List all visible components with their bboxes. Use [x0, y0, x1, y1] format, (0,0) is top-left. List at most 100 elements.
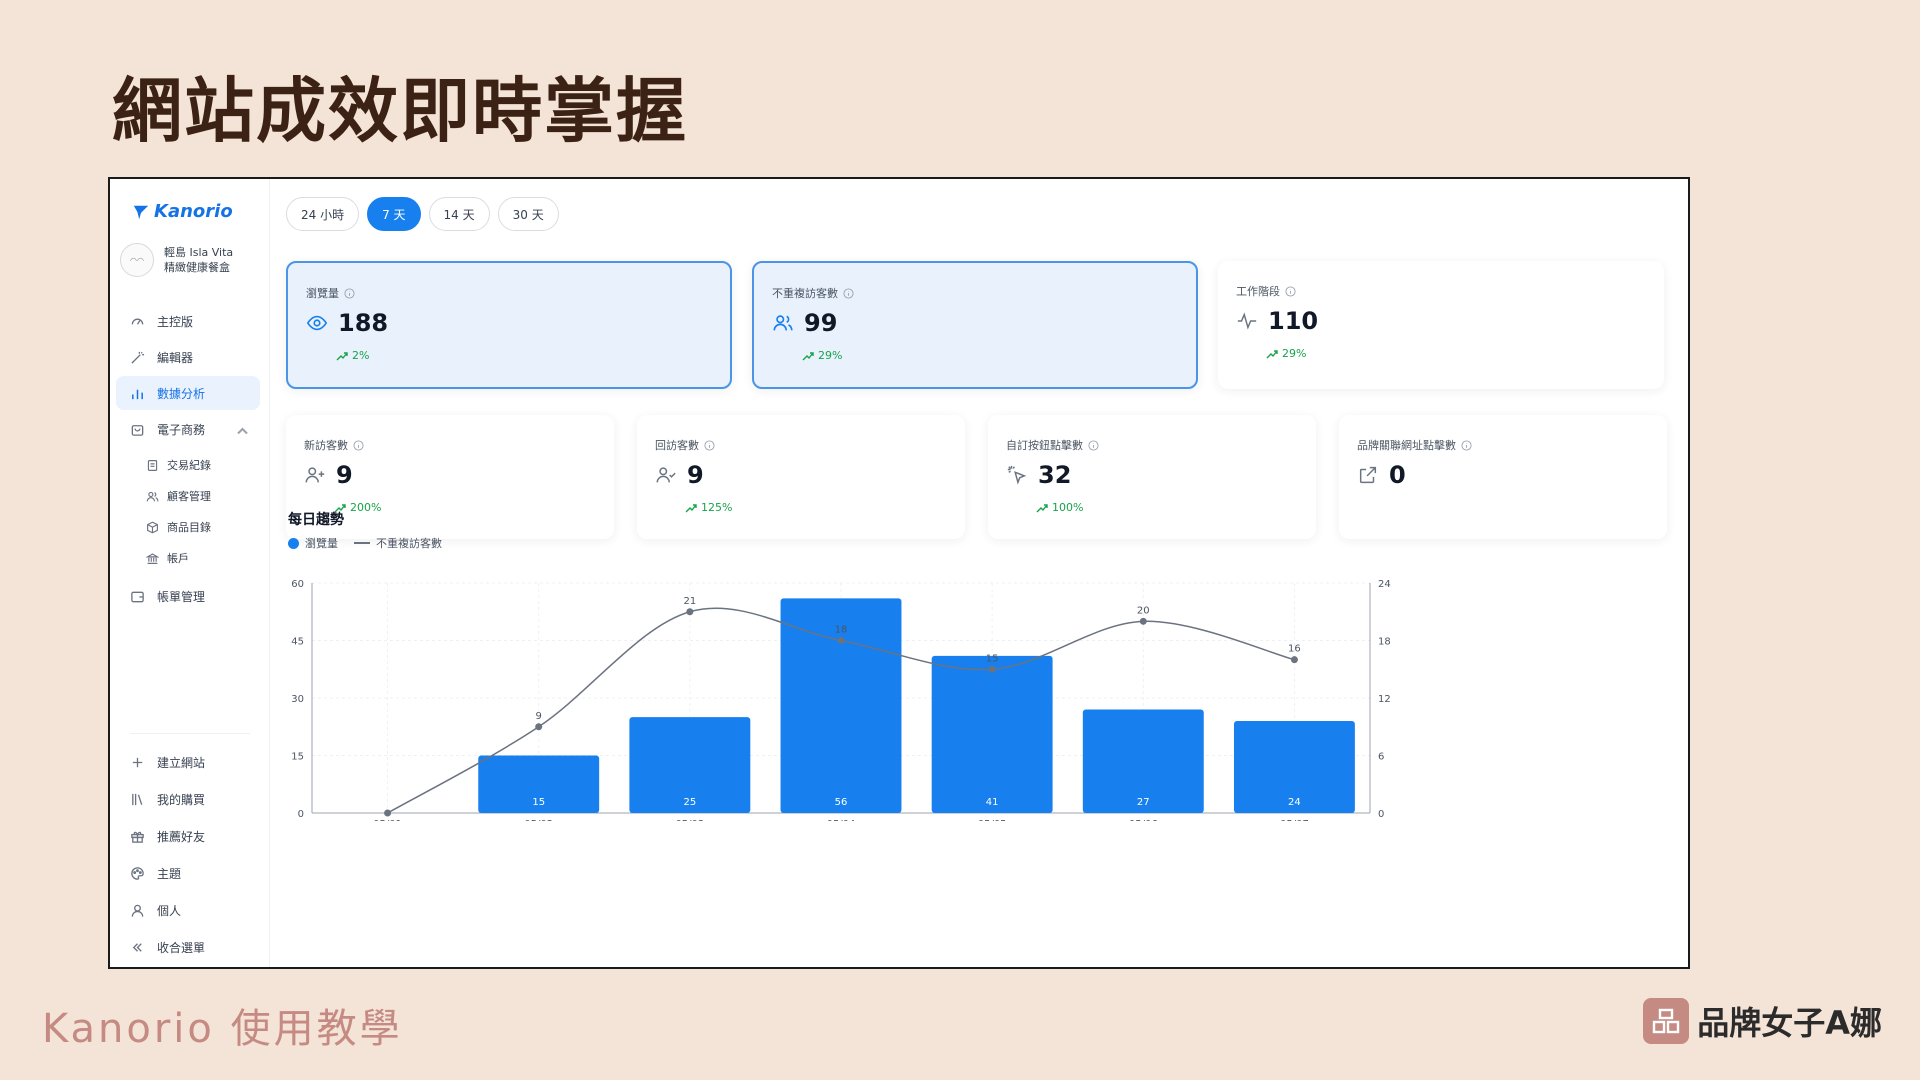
sidebar-item-account[interactable]: 帳戶 [116, 545, 260, 571]
metric-trend: 125% [685, 501, 732, 514]
y-left-tick-label: 60 [291, 579, 304, 590]
y-right-tick-label: 18 [1378, 637, 1391, 648]
x-tick-label: 05/04 [827, 819, 856, 821]
legend-dot [288, 537, 299, 549]
metric-card-pageviews[interactable]: 瀏覽量 188 2% [286, 261, 732, 389]
info-icon[interactable] [1285, 285, 1296, 297]
bar-value-label: 24 [1288, 797, 1301, 808]
trend-up-icon [685, 503, 697, 512]
x-tick-label: 05/05 [978, 819, 1007, 821]
sidebar-item-label: 主題 [157, 866, 182, 881]
info-icon[interactable] [1088, 439, 1099, 451]
bar-value-label: 27 [1137, 797, 1150, 808]
daily-trend-title: 每日趨勢 [288, 512, 344, 528]
sidebar-item-label: 個人 [157, 903, 182, 918]
user-plus-icon [305, 467, 325, 483]
metric-label-text: 回訪客數 [655, 439, 699, 452]
watermark: 品牌女子A娜 [1643, 998, 1882, 1044]
tab-24h[interactable]: 24 小時 [286, 197, 360, 231]
legend-item-pageviews[interactable]: 瀏覽量 [288, 535, 338, 551]
bar-chart-icon [132, 389, 143, 399]
metric-value: 99 [804, 309, 838, 337]
legend-label: 不重複訪客數 [376, 537, 442, 550]
slide-title: 網站成效即時掌握 [112, 69, 688, 152]
user-check-icon [656, 467, 676, 483]
sidebar-item-ecommerce[interactable]: 電子商務 [116, 412, 260, 446]
metric-label: 新訪客數 [304, 437, 364, 453]
line-point [384, 809, 392, 817]
sidebar-item-billing[interactable]: 帳單管理 [116, 579, 260, 613]
site-name-line2: 精緻健康餐盒 [164, 261, 230, 274]
chevron-up-icon[interactable] [235, 423, 250, 438]
tab-30d[interactable]: 30 天 [497, 197, 559, 231]
sidebar-item-profile[interactable]: 個人 [116, 893, 260, 927]
metric-trend: 2% [336, 349, 369, 362]
line-point [837, 637, 845, 644]
footer-brand: Kanorio 使用教學 [42, 1006, 403, 1052]
y-right-tick-label: 12 [1378, 694, 1391, 705]
trend-up-icon [1266, 349, 1278, 358]
wallet-icon [131, 591, 144, 602]
line-point [1139, 617, 1147, 625]
x-tick-label: 05/02 [524, 819, 553, 821]
line-value-label: 20 [1137, 605, 1150, 616]
trend-up-icon [336, 351, 348, 360]
x-tick-label: 05/01 [373, 819, 402, 821]
sidebar-item-label: 帳單管理 [157, 589, 206, 604]
sidebar-item-customers[interactable]: 顧客管理 [116, 483, 260, 509]
collapse-icon [132, 942, 142, 952]
sidebar-item-label: 我的購買 [157, 792, 206, 807]
metric-label-text: 品牌關聯網址點擊數 [1357, 439, 1456, 452]
metric-trend: 29% [802, 349, 842, 362]
sidebar-item-referral[interactable]: 推薦好友 [116, 819, 260, 853]
site-selector[interactable]: ◠◠ 輕島 Isla Vita 精緻健康餐盒 [120, 243, 233, 277]
daily-trend-chart: 0 15 30 45 60 0 6 12 18 24 05/01 05/02 05/03 05/04 05/… [291, 579, 1391, 821]
info-icon[interactable] [843, 287, 854, 299]
metric-card-unique-visitors[interactable]: 不重複訪客數 99 29% [752, 261, 1198, 389]
metric-card-sessions[interactable]: 工作階段 110 29% [1218, 261, 1664, 389]
legend-item-unique-visitors[interactable]: 不重複訪客數 [354, 535, 442, 551]
sidebar-item-dashboard[interactable]: 主控版 [116, 304, 260, 338]
metric-card-custom-button-clicks[interactable]: 自訂按鈕點擊數 32 100% [988, 415, 1316, 539]
y-left-tick-label: 45 [291, 637, 304, 648]
info-icon[interactable] [353, 439, 364, 451]
tab-14d[interactable]: 14 天 [428, 197, 490, 231]
sidebar-item-transactions[interactable]: 交易紀錄 [116, 452, 260, 478]
bank-icon [146, 552, 159, 564]
kanorio-logo-icon [133, 205, 149, 219]
metric-value: 110 [1268, 307, 1319, 335]
plus-icon [132, 757, 143, 767]
sidebar-item-collapse[interactable]: 收合選單 [116, 930, 260, 964]
info-icon[interactable] [704, 439, 715, 451]
info-icon[interactable] [1461, 439, 1472, 451]
sidebar-item-catalog[interactable]: 商品目錄 [116, 514, 260, 540]
metric-card-returning-visitors[interactable]: 回訪客數 9 125% [637, 415, 965, 539]
y-right-tick-label: 24 [1378, 579, 1391, 590]
metric-trend-value: 125% [701, 501, 733, 514]
metric-card-brand-link-clicks[interactable]: 品牌關聯網址點擊數 0 [1339, 415, 1667, 539]
line-value-label: 15 [986, 653, 999, 664]
metric-label: 不重複訪客數 [772, 285, 854, 301]
metric-value: 9 [687, 461, 704, 489]
users-icon [773, 315, 793, 331]
metric-label: 工作階段 [1236, 283, 1296, 299]
eye-icon [306, 315, 328, 331]
dashboard-icon [131, 318, 144, 325]
metric-trend-value: 200% [350, 501, 382, 514]
tab-7d[interactable]: 7 天 [367, 197, 421, 231]
sidebar-item-create-site[interactable]: 建立網站 [116, 745, 260, 779]
bar-value-label: 41 [986, 797, 999, 808]
metric-value: 188 [338, 309, 389, 337]
info-icon[interactable] [344, 287, 355, 299]
gift-icon [131, 831, 144, 843]
logo[interactable]: Kanorio [132, 201, 233, 222]
line-point [686, 608, 694, 616]
sidebar-item-label: 顧客管理 [167, 490, 211, 503]
metric-trend: 29% [1266, 347, 1306, 360]
sidebar-item-purchases[interactable]: 我的購買 [116, 782, 260, 816]
metric-value-row: 99 [772, 309, 837, 337]
sidebar-item-editor[interactable]: 編輯器 [116, 340, 260, 374]
user-icon [131, 904, 144, 917]
sidebar-item-analytics[interactable]: 數據分析 [116, 376, 260, 410]
sidebar-item-theme[interactable]: 主題 [116, 856, 260, 890]
